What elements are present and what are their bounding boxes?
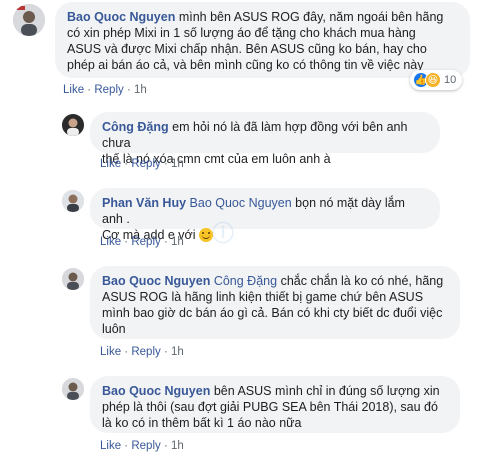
comment-line: Phan Văn Huy Bao Quoc Nguyen bọn nó mặt …	[102, 195, 428, 227]
reply-link[interactable]: Reply	[131, 440, 160, 452]
comment-text: ASUS ROG là hãng linh kiện thiết bị game…	[102, 290, 424, 304]
comment-line: Bao Quoc Nguyen bên ASUS mình chỉ in đún…	[102, 383, 448, 399]
reaction-count: 10	[444, 74, 457, 86]
watermark-logo: ⓘ	[212, 222, 235, 247]
comment-actions: Like · Reply · 1h	[63, 84, 147, 96]
comment-line: Công Đặng em hỏi nó là đã làm hợp đồng v…	[102, 119, 428, 151]
comment-author[interactable]: Bao Quoc Nguyen	[102, 384, 210, 398]
comment-actions: Like · Reply · 1h	[100, 346, 184, 358]
avatar-cong-dang[interactable]	[62, 114, 84, 136]
reply-link[interactable]: Reply	[131, 158, 160, 170]
reply-link[interactable]: Reply	[131, 346, 160, 358]
reply-bubble: Bao Quoc Nguyen bên ASUS mình chỉ in đún…	[90, 376, 460, 433]
reaction-summary[interactable]: 👍 😆 10	[410, 70, 463, 90]
comment-time[interactable]: 1h	[171, 158, 184, 170]
mention-tag[interactable]: Công Đặng	[214, 274, 277, 288]
comment-text: bên ASUS mình chỉ in đúng số lượng xin	[213, 384, 440, 398]
comment-author[interactable]: Bao Quoc Nguyen	[102, 274, 210, 288]
reply-bubble: Phan Văn Huy Bao Quoc Nguyen bọn nó mặt …	[90, 188, 440, 242]
comment-text: phép ai bán áo cả, và bên mình cũng ko c…	[67, 58, 424, 72]
avatar-bao-quoc-nguyen[interactable]	[62, 268, 84, 290]
comment-line: Bao Quoc Nguyen Công Đặng chắc chắn là k…	[102, 273, 448, 289]
comment-time[interactable]: 1h	[134, 84, 147, 96]
avatar-bao-quoc-nguyen[interactable]	[62, 378, 84, 400]
like-link[interactable]: Like	[100, 158, 121, 170]
comment-actions: Like · Reply · 1h	[100, 158, 184, 170]
comment-time[interactable]: 1h	[171, 346, 184, 358]
mention-tag[interactable]: Bao Quoc Nguyen	[190, 196, 292, 210]
comment-actions: Like · Reply · 1h	[100, 236, 184, 248]
comment-author[interactable]: Bao Quoc Nguyen	[67, 10, 175, 24]
like-link[interactable]: Like	[100, 346, 121, 358]
comment-text: mình bên ASUS ROG đây, năm ngoái bên hãn…	[178, 10, 444, 24]
comment-text: mình bao giờ dc bán áo gì cả. Bán có khi…	[102, 306, 443, 320]
comment-text: có xin phép Mixi in 1 số lượng áo để tặn…	[67, 26, 416, 40]
comment-text: là ko có in thêm bất kì 1 áo nào nữa	[102, 416, 302, 430]
comment-author[interactable]: Phan Văn Huy	[102, 196, 186, 210]
smile-emoji-icon	[199, 228, 213, 242]
reply-link[interactable]: Reply	[94, 84, 123, 96]
comment-author[interactable]: Công Đặng	[102, 120, 169, 134]
avatar-bao-quoc-nguyen[interactable]	[13, 4, 45, 36]
comment-time[interactable]: 1h	[171, 236, 184, 248]
like-link[interactable]: Like	[100, 236, 121, 248]
reply-link[interactable]: Reply	[131, 236, 160, 248]
comment-actions: Like · Reply · 1h	[100, 440, 184, 452]
comment-text: ASUS và được Mixi chấp nhận. Bên ASUS cũ…	[67, 42, 427, 56]
comment-text: phép là thôi (sau đợt giải PUBG SEA bên …	[102, 400, 438, 414]
like-link[interactable]: Like	[100, 440, 121, 452]
haha-reaction-icon: 😆	[425, 72, 441, 88]
comment-line: Bao Quoc Nguyen mình bên ASUS ROG đây, n…	[67, 9, 458, 25]
like-link[interactable]: Like	[63, 84, 84, 96]
comment-text: chắc chắn là ko có nhé, hãng	[280, 274, 444, 288]
reply-bubble: Công Đặng em hỏi nó là đã làm hợp đồng v…	[90, 112, 440, 166]
comment-text: luôn	[102, 322, 126, 336]
reply-bubble: Bao Quoc Nguyen Công Đặng chắc chắn là k…	[90, 266, 460, 339]
comment-bubble: Bao Quoc Nguyen mình bên ASUS ROG đây, n…	[55, 2, 470, 78]
avatar-phan-van-huy[interactable]	[62, 190, 84, 212]
comment-time[interactable]: 1h	[171, 440, 184, 452]
